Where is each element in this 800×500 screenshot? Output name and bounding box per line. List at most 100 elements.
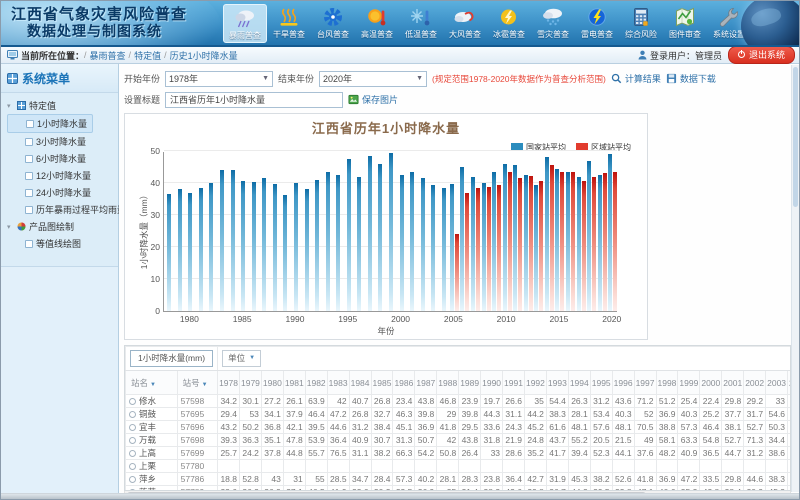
breadcrumb-item[interactable]: 暴雨普查 — [90, 49, 126, 62]
toolbar-item-rain-cloud[interactable]: 暴雨普查 — [223, 4, 267, 43]
table-row[interactable]: 上栗57780 — [126, 460, 792, 473]
bar-group-2003[interactable] — [428, 152, 439, 311]
calc-result-button[interactable]: 计算结果 — [611, 72, 661, 85]
table-row[interactable]: 万载5769839.336.335.147.853.936.440.930.73… — [126, 434, 792, 447]
bar-group-1981[interactable] — [196, 152, 207, 311]
bar-group-1989[interactable] — [280, 152, 291, 311]
table-row[interactable]: 上高5769925.724.237.844.855.776.531.138.26… — [126, 447, 792, 460]
col-code[interactable]: 站号▼ — [177, 371, 217, 395]
data-download-button[interactable]: 数据下载 — [666, 72, 716, 85]
sidebar-item-1-0[interactable]: 等值线绘图 — [7, 235, 116, 252]
bar-group-1998[interactable] — [375, 152, 386, 311]
bar-group-2008[interactable] — [481, 152, 492, 311]
save-image-button[interactable]: 保存图片 — [348, 93, 398, 106]
sidebar-item-0-2[interactable]: 6小时降水量 — [7, 150, 116, 167]
toolbar-item-snow-cloud[interactable]: 雪灾普查 — [531, 4, 575, 43]
station-name[interactable]: 上栗 — [126, 460, 178, 473]
bar-group-1991[interactable] — [301, 152, 312, 311]
bar-group-1985[interactable] — [238, 152, 249, 311]
bar-group-1978[interactable] — [164, 152, 175, 311]
bar-group-2020[interactable] — [607, 152, 618, 311]
toolbar-item-hail-ball[interactable]: 冰雹普查 — [487, 4, 531, 43]
toolbar-item-sun-thermometer[interactable]: 高温普查 — [355, 4, 399, 43]
toolbar-item-calculator[interactable]: 综合风险 — [619, 4, 663, 43]
bar-group-1979[interactable] — [175, 152, 186, 311]
bar-group-1984[interactable] — [227, 152, 238, 311]
station-name[interactable]: 上高 — [126, 447, 178, 460]
bar-group-2017[interactable] — [576, 152, 587, 311]
radio-icon[interactable] — [129, 463, 136, 470]
breadcrumb-item[interactable]: 历史1小时降水量 — [170, 49, 238, 62]
station-name[interactable]: 铜鼓 — [126, 408, 178, 421]
bar-group-2007[interactable] — [470, 152, 481, 311]
table-row[interactable]: 萍乡5778618.852.843315528.534.728.457.340.… — [126, 473, 792, 486]
bar-group-1995[interactable] — [343, 152, 354, 311]
toolbar-item-heat-waves[interactable]: 干旱普查 — [267, 4, 311, 43]
bar-group-2006[interactable] — [460, 152, 471, 311]
station-name[interactable]: 宜丰 — [126, 421, 178, 434]
expand-icon[interactable]: ▾ — [7, 223, 14, 231]
table-row[interactable]: 修水5759834.230.127.226.163.94240.726.823.… — [126, 395, 792, 408]
station-name[interactable]: 萍乡 — [126, 473, 178, 486]
table-horizontal-scrollbar[interactable] — [124, 491, 791, 493]
bar-group-1990[interactable] — [291, 152, 302, 311]
sidebar-item-0-1[interactable]: 3小时降水量 — [7, 133, 116, 150]
station-name[interactable]: 修水 — [126, 395, 178, 408]
toolbar-item-wind-cloud[interactable]: 大风普查 — [443, 4, 487, 43]
scrollbar-thumb[interactable] — [127, 492, 646, 493]
chart-title-input[interactable]: 江西省历年1小时降水量 — [165, 92, 343, 108]
bar-group-2004[interactable] — [439, 152, 450, 311]
bar-group-1996[interactable] — [354, 152, 365, 311]
bar-group-1987[interactable] — [259, 152, 270, 311]
station-name[interactable]: 万载 — [126, 434, 178, 447]
bar-group-2013[interactable] — [534, 152, 545, 311]
toolbar-item-snow-thermometer[interactable]: 低温普查 — [399, 4, 443, 43]
col-station[interactable]: 站名▼ — [126, 371, 178, 395]
radio-icon[interactable] — [129, 450, 136, 457]
bar-group-2015[interactable] — [555, 152, 566, 311]
sidebar-item-0-4[interactable]: 24小时降水量 — [7, 184, 116, 201]
bar-group-1992[interactable] — [312, 152, 323, 311]
toolbar-item-map[interactable]: 图件审查 — [663, 4, 707, 43]
logout-button[interactable]: 退出系统 — [728, 46, 795, 64]
start-year-select[interactable]: 1978年▼ — [165, 71, 273, 87]
bar-group-1982[interactable] — [206, 152, 217, 311]
bar-group-1999[interactable] — [386, 152, 397, 311]
toolbar-item-typhoon-gear[interactable]: 台风普查 — [311, 4, 355, 43]
bar-group-1988[interactable] — [270, 152, 281, 311]
bar-group-1993[interactable] — [322, 152, 333, 311]
table-row[interactable]: 铜鼓5769529.45334.137.946.447.226.832.746.… — [126, 408, 792, 421]
bar-group-2002[interactable] — [417, 152, 428, 311]
bar-group-2018[interactable] — [586, 152, 597, 311]
sidebar-group-1[interactable]: ▾产品图绘制 — [7, 218, 116, 235]
breadcrumb-item[interactable]: 特定值 — [134, 49, 161, 62]
sidebar-item-0-3[interactable]: 12小时降水量 — [7, 167, 116, 184]
bar-group-1983[interactable] — [217, 152, 228, 311]
bar-group-2012[interactable] — [523, 152, 534, 311]
expand-icon[interactable]: ▾ — [7, 102, 14, 110]
radio-icon[interactable] — [129, 476, 136, 483]
unit-dropdown[interactable]: 单位 ▼ — [222, 350, 261, 367]
sidebar-item-0-0[interactable]: 1小时降水量 — [7, 114, 93, 133]
scrollbar-thumb[interactable] — [793, 67, 798, 207]
end-year-select[interactable]: 2020年▼ — [319, 71, 427, 87]
bar-group-2011[interactable] — [512, 152, 523, 311]
bar-group-2016[interactable] — [565, 152, 576, 311]
unit-button[interactable]: 1小时降水量(mm) — [130, 350, 213, 367]
bar-group-1980[interactable] — [185, 152, 196, 311]
window-vertical-scrollbar[interactable] — [791, 65, 799, 492]
bar-group-2001[interactable] — [407, 152, 418, 311]
bar-group-1994[interactable] — [333, 152, 344, 311]
sidebar-group-0[interactable]: ▾特定值 — [7, 97, 116, 114]
toolbar-item-lightning-circle[interactable]: 雷电普查 — [575, 4, 619, 43]
bar-group-2005[interactable] — [449, 152, 460, 311]
sidebar-item-0-5[interactable]: 历年暴雨过程平均雨量 — [7, 201, 116, 218]
radio-icon[interactable] — [129, 411, 136, 418]
bar-group-2000[interactable] — [396, 152, 407, 311]
bar-group-1997[interactable] — [365, 152, 376, 311]
table-row[interactable]: 宜丰5769643.250.236.842.139.544.631.238.44… — [126, 421, 792, 434]
bar-group-2010[interactable] — [502, 152, 513, 311]
bar-group-1986[interactable] — [248, 152, 259, 311]
radio-icon[interactable] — [129, 424, 136, 431]
bar-group-2019[interactable] — [597, 152, 608, 311]
